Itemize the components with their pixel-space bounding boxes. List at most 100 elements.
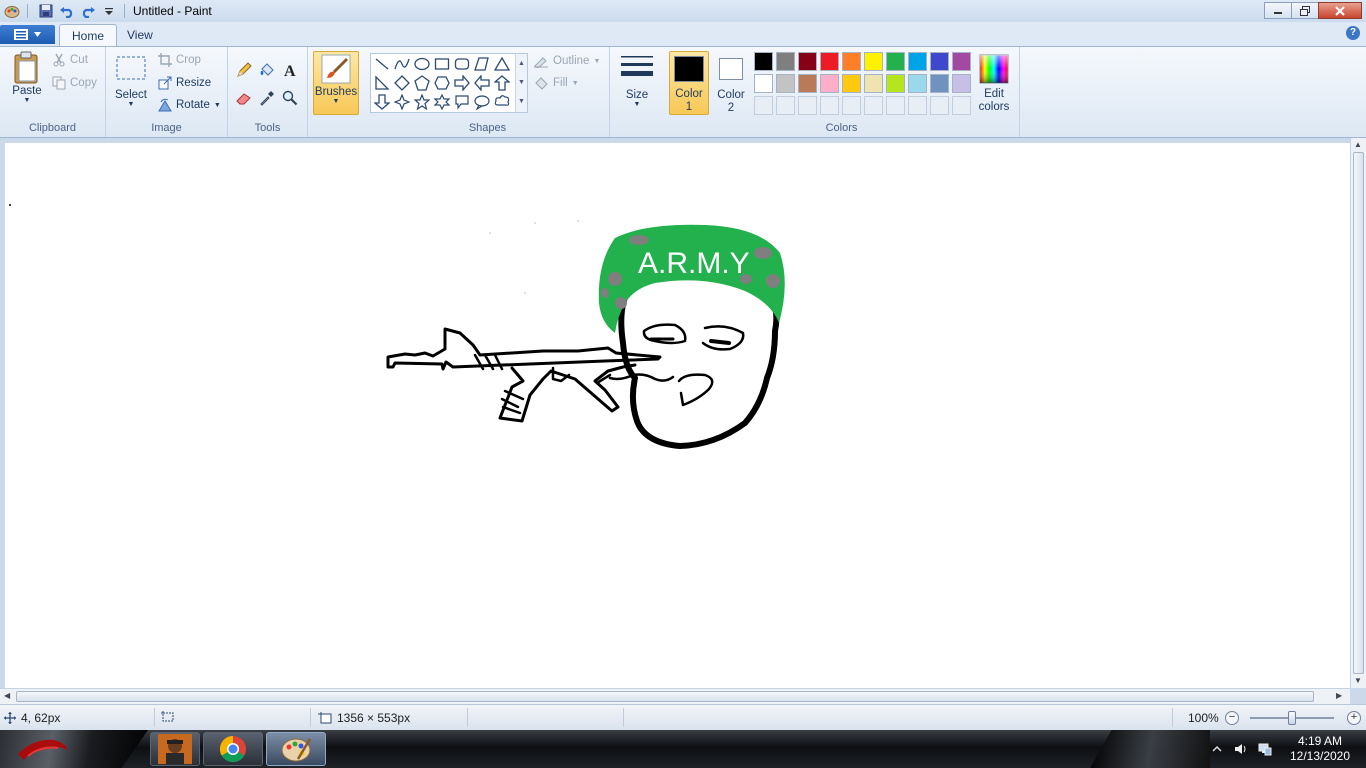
tab-home[interactable]: Home [59,24,118,46]
color-picker-tool[interactable] [256,87,277,108]
palette-swatch[interactable] [952,74,971,93]
palette-swatch[interactable] [886,74,905,93]
resize-button[interactable]: Resize [158,76,211,90]
pencil-tool[interactable] [233,59,254,80]
vertical-scrollbar[interactable]: ▲ ▼ [1350,138,1366,688]
palette-swatch[interactable] [908,74,927,93]
palette-swatch[interactable] [864,52,883,71]
palette-swatch[interactable] [820,52,839,71]
pentagon-shape[interactable] [412,73,432,93]
palette-swatch[interactable] [930,52,949,71]
color2-button[interactable]: Color 2 [711,51,751,115]
oval-shape[interactable] [412,54,432,74]
save-icon[interactable] [37,2,55,20]
cloud-callout-shape[interactable] [492,92,512,112]
scroll-right-icon[interactable]: ▶ [1336,691,1342,700]
drawing-canvas[interactable]: A.R.M.Y [5,143,1350,688]
palette-swatch[interactable] [776,52,795,71]
minimize-button[interactable] [1264,2,1292,19]
select-button[interactable]: Select ▼ [114,55,148,108]
help-icon[interactable]: ? [1346,26,1360,40]
up-arrow-shape[interactable] [492,73,512,93]
custom-color-slot[interactable] [820,96,839,115]
left-arrow-shape[interactable] [472,73,492,93]
palette-swatch[interactable] [908,52,927,71]
palette-swatch[interactable] [842,52,861,71]
network-icon[interactable] [1258,742,1272,756]
palette-swatch[interactable] [776,74,795,93]
diamond-shape[interactable] [392,73,412,93]
text-tool[interactable]: A [279,59,300,80]
close-button[interactable] [1318,2,1362,19]
palette-swatch[interactable] [842,74,861,93]
zoom-in-button[interactable]: + [1347,711,1361,725]
palette-swatch[interactable] [886,52,905,71]
rounded-callout-shape[interactable] [452,92,472,112]
oval-callout-shape[interactable] [472,92,492,112]
start-button[interactable] [0,730,148,768]
taskbar-paint[interactable] [266,732,326,766]
zoom-out-button[interactable]: − [1225,711,1239,725]
custom-color-slot[interactable] [952,96,971,115]
taskbar-game-app[interactable] [150,732,200,766]
rectangle-shape[interactable] [432,54,452,74]
volume-icon[interactable] [1234,742,1248,756]
chevron-down-icon[interactable]: ▼ [516,73,527,92]
palette-swatch[interactable] [754,52,773,71]
vertical-scroll-thumb[interactable] [1353,152,1364,674]
custom-color-slot[interactable] [842,96,861,115]
undo-icon[interactable] [58,2,76,20]
horizontal-scroll-thumb[interactable] [16,691,1314,702]
six-point-star-shape[interactable] [432,92,452,112]
rounded-rectangle-shape[interactable] [452,54,472,74]
shapes-scrollbar[interactable]: ▲ ▼ ▼ [515,54,527,112]
curve-shape[interactable] [392,54,412,74]
palette-swatch[interactable] [754,74,773,93]
cut-button[interactable]: Cut [52,53,88,67]
scroll-left-icon[interactable]: ◀ [4,691,10,700]
palette-swatch[interactable] [930,74,949,93]
restore-button[interactable] [1291,2,1319,19]
four-point-star-shape[interactable] [392,92,412,112]
palette-swatch[interactable] [952,52,971,71]
palette-swatch[interactable] [864,74,883,93]
paint-app-icon[interactable] [3,2,21,20]
triangle-shape[interactable] [492,54,512,74]
palette-swatch[interactable] [820,74,839,93]
horizontal-scrollbar[interactable]: ◀ ▶ [0,688,1350,704]
edit-colors-button[interactable]: Edit colors [974,51,1014,115]
down-arrow-shape[interactable] [372,92,392,112]
rotate-button[interactable]: Rotate ▼ [158,98,221,112]
customize-quick-access-icon[interactable] [100,2,118,20]
custom-color-slot[interactable] [798,96,817,115]
right-triangle-shape[interactable] [372,73,392,93]
palette-swatch[interactable] [798,52,817,71]
palette-swatch[interactable] [798,74,817,93]
eraser-tool[interactable] [233,87,254,108]
scroll-up-icon[interactable]: ▲ [1354,140,1362,149]
paint-menu-button[interactable] [0,25,55,44]
right-arrow-shape[interactable] [452,73,472,93]
outline-button[interactable]: Outline ▼ [533,54,600,68]
scroll-down-icon[interactable]: ▼ [1354,676,1362,685]
line-shape[interactable] [372,54,392,74]
show-hidden-icons-icon[interactable] [1210,742,1224,756]
color1-button[interactable]: Color 1 [669,51,709,115]
custom-color-slot[interactable] [754,96,773,115]
copy-button[interactable]: Copy [52,76,97,90]
brushes-button[interactable]: Brushes ▼ [313,51,359,115]
custom-color-slot[interactable] [864,96,883,115]
fill-button[interactable]: Fill ▼ [533,76,579,90]
chevron-up-icon[interactable]: ▲ [516,54,527,73]
system-clock[interactable]: 4:19 AM 12/13/2020 [1280,734,1360,764]
crop-button[interactable]: Crop [158,53,201,67]
taskbar-chrome[interactable] [203,732,263,766]
five-point-star-shape[interactable] [412,92,432,112]
fill-tool[interactable] [256,59,277,80]
magnifier-tool[interactable] [279,87,300,108]
expand-gallery-icon[interactable]: ▼ [516,92,527,111]
zoom-slider-thumb[interactable] [1288,711,1296,725]
custom-color-slot[interactable] [886,96,905,115]
redo-icon[interactable] [79,2,97,20]
custom-color-slot[interactable] [930,96,949,115]
